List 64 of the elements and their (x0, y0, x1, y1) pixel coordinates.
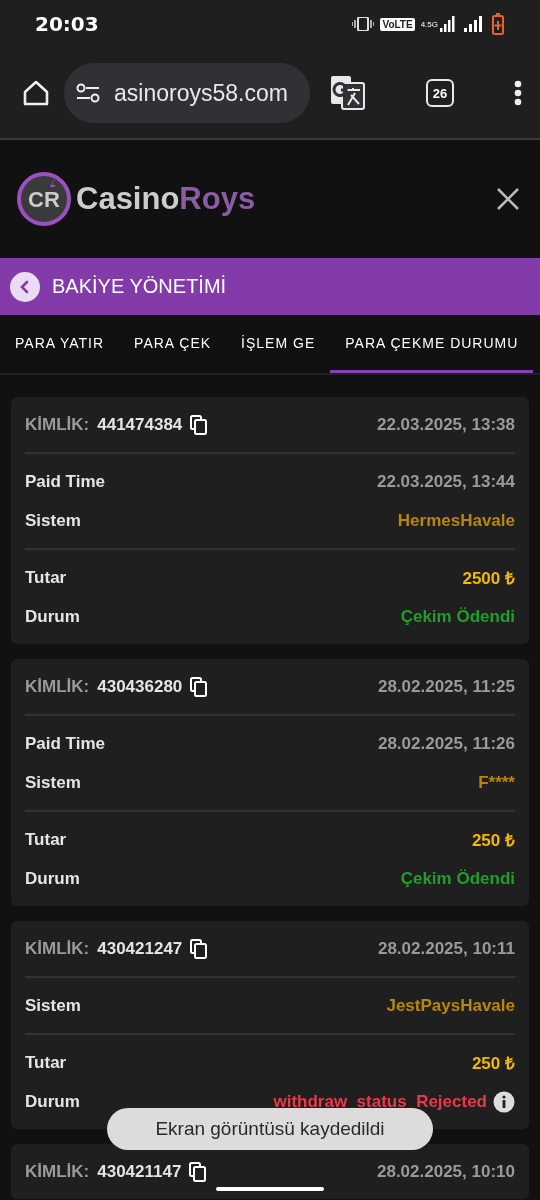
field-value: 22.03.2025, 13:44 (377, 471, 515, 492)
status-time: 20:03 (35, 12, 99, 36)
tab[interactable]: İŞLEM GE (226, 315, 331, 373)
id-value: 430421247 (97, 938, 183, 959)
field-label: Tutar (25, 1052, 67, 1073)
field-label: Sistem (25, 772, 81, 793)
field-value: Çekim Ödendi (400, 606, 515, 627)
field-label: Paid Time (25, 471, 105, 492)
close-icon[interactable] (496, 187, 520, 211)
field-value: Çekim Ödendi (400, 868, 515, 889)
field-label: Sistem (25, 510, 81, 531)
request-date: 28.02.2025, 10:11 (377, 938, 515, 959)
url-bar[interactable]: asinoroys58.com (64, 63, 310, 123)
logo-wordmark: CasinoRoys (76, 181, 256, 217)
chevron-left-icon (19, 279, 31, 294)
tab[interactable]: PARA ÇEKME DURUMU (330, 315, 534, 373)
field-label: Tutar (25, 567, 67, 588)
more-icon[interactable] (514, 80, 522, 106)
request-date: 28.02.2025, 11:25 (377, 676, 515, 697)
id-value: 430421147 (97, 1161, 182, 1182)
field-value: JestPaysHavale (386, 995, 515, 1016)
translate-icon[interactable] (330, 75, 366, 111)
gesture-handle[interactable] (216, 1187, 324, 1191)
signal-icon (440, 16, 484, 32)
field-label: Sistem (25, 995, 81, 1016)
tab-count-button[interactable]: 26 (426, 79, 454, 107)
id-value: 430436280 (97, 676, 183, 697)
volte-badge: VoLTE (380, 17, 415, 31)
request-date: 28.02.2025, 10:10 (377, 1161, 515, 1182)
info-icon[interactable] (493, 1090, 515, 1113)
copy-icon[interactable] (190, 938, 209, 959)
home-icon[interactable] (22, 79, 50, 107)
id-label: KİMLİK: (25, 1161, 90, 1182)
field-label: Paid Time (25, 733, 105, 754)
id-label: KİMLİK: (25, 414, 90, 435)
field-label: Durum (25, 1091, 80, 1112)
tab[interactable]: PARA YATIR (0, 315, 120, 373)
section-title: BAKİYE YÖNETİMİ (52, 275, 227, 298)
request-date: 22.03.2025, 13:38 (377, 414, 515, 435)
field-value: 28.02.2025, 11:26 (377, 733, 515, 754)
logo-emblem: CR (16, 171, 72, 227)
id-value: 441474384 (97, 414, 183, 435)
field-value: 250 ₺ (471, 1053, 515, 1074)
back-button[interactable] (10, 271, 40, 302)
id-label: KİMLİK: (25, 676, 90, 697)
field-label: Tutar (25, 829, 67, 850)
field-value: 2500 ₺ (462, 568, 515, 589)
field-value: HermesHavale (397, 510, 515, 531)
network-type: 4.5G (420, 19, 438, 29)
copy-icon[interactable] (189, 1161, 208, 1182)
toast-message: Ekran görüntüsü kaydedildi (155, 1118, 385, 1140)
vibrate-icon (352, 17, 375, 31)
url-text: asinoroys58.com (114, 79, 288, 107)
field-label: Durum (25, 606, 80, 627)
field-value: withdraw_status_Rejected (273, 1091, 487, 1112)
id-label: KİMLİK: (25, 938, 90, 959)
battery-icon (492, 13, 504, 35)
tab[interactable]: PARA ÇEK (119, 315, 227, 373)
copy-icon[interactable] (190, 414, 209, 435)
field-label: Durum (25, 868, 80, 889)
field-value: 250 ₺ (471, 830, 515, 851)
copy-icon[interactable] (190, 676, 209, 697)
site-settings-icon[interactable] (76, 83, 100, 103)
field-value: F**** (478, 772, 515, 793)
